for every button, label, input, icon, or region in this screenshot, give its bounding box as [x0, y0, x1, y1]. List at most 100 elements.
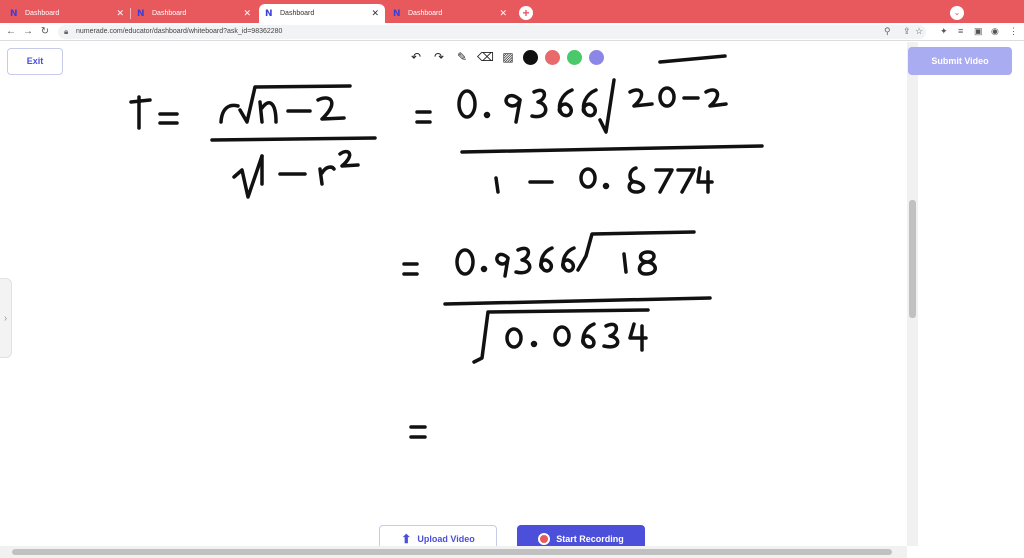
- tab-title: Dashboard: [408, 10, 443, 17]
- ink-stroke: [637, 250, 657, 276]
- record-label: Start Recording: [556, 533, 624, 544]
- ink-stroke: [602, 322, 620, 349]
- color-green-swatch[interactable]: [567, 49, 582, 65]
- ink-stroke: [530, 88, 548, 119]
- ink-stroke: [658, 86, 676, 108]
- color-purple-swatch[interactable]: [589, 49, 604, 65]
- color-red-swatch[interactable]: [545, 49, 560, 65]
- numerade-favicon-icon: N: [10, 8, 18, 19]
- numerade-favicon-icon: N: [137, 8, 145, 19]
- zoom-icon[interactable]: ⚲: [884, 26, 891, 37]
- ink-stroke: [402, 262, 419, 276]
- forward-arrow-icon[interactable]: →: [21, 25, 35, 39]
- whiteboard-canvas[interactable]: [0, 42, 907, 546]
- ink-stroke: [654, 168, 674, 194]
- ink-stroke: [581, 88, 598, 118]
- ink-stroke: [158, 112, 179, 125]
- ink-stroke: [495, 252, 510, 278]
- numerade-favicon-icon: N: [265, 8, 273, 19]
- browser-tab[interactable]: N Dashboard ✕: [387, 4, 513, 23]
- undo-icon[interactable]: ↶: [408, 49, 424, 65]
- close-tab-icon[interactable]: ✕: [371, 8, 379, 18]
- image-icon[interactable]: ▨: [500, 49, 516, 65]
- ink-stroke: [505, 327, 523, 349]
- right-panel: Submit Video: [908, 42, 1024, 546]
- ink-stroke: [530, 340, 538, 348]
- reload-icon[interactable]: ↻: [38, 25, 52, 39]
- url-field[interactable]: 🔒︎ numerade.com/educator/dashboard/white…: [58, 25, 926, 39]
- ink-stroke: [658, 54, 727, 64]
- close-tab-icon[interactable]: ✕: [243, 8, 251, 18]
- ink-stroke: [443, 296, 712, 306]
- color-black-swatch[interactable]: [523, 49, 538, 65]
- reading-list-icon[interactable]: ≡: [958, 26, 963, 36]
- lock-icon: 🔒︎: [64, 27, 69, 36]
- ink-stroke: [627, 166, 646, 194]
- ink-stroke: [455, 248, 475, 276]
- close-tab-icon[interactable]: ✕: [116, 8, 124, 18]
- tab-title: Dashboard: [152, 10, 187, 17]
- address-bar: ← → ↻ 🔒︎ numerade.com/educator/dashboard…: [0, 23, 1024, 41]
- exit-button[interactable]: Exit: [7, 48, 63, 75]
- ink-stroke: [581, 322, 596, 349]
- vertical-scrollbar[interactable]: [907, 42, 918, 546]
- back-arrow-icon[interactable]: ←: [4, 25, 18, 39]
- tab-title: Dashboard: [25, 10, 60, 17]
- profile-icon[interactable]: ◉: [991, 26, 999, 37]
- record-icon: [538, 532, 551, 545]
- ink-stroke: [676, 168, 696, 194]
- ink-stroke: [704, 88, 728, 108]
- horizontal-scrollbar[interactable]: [0, 546, 907, 558]
- ink-stroke: [129, 95, 152, 130]
- new-tab-button[interactable]: +: [519, 6, 533, 20]
- eraser-icon[interactable]: ⌫: [477, 49, 494, 65]
- side-panel-icon[interactable]: ▣: [974, 26, 983, 37]
- numerade-favicon-icon: N: [393, 8, 401, 19]
- ink-stroke: [409, 425, 427, 439]
- ink-stroke: [561, 246, 576, 273]
- extensions-puzzle-icon[interactable]: ✦: [940, 26, 948, 37]
- upload-icon: ⬆: [401, 531, 412, 546]
- ink-stroke: [472, 308, 650, 364]
- pen-icon[interactable]: ✎: [454, 49, 470, 65]
- bookmark-star-icon[interactable]: ☆: [915, 26, 923, 37]
- ink-stroke: [622, 252, 628, 274]
- ink-stroke: [415, 110, 432, 124]
- whiteboard-area[interactable]: Exit ↶ ↷ ✎ ⌫ ▨ › ⬆ Upload Video Start Re…: [0, 42, 907, 552]
- browser-tab[interactable]: N Dashboard ✕: [131, 4, 257, 23]
- ink-stroke: [219, 103, 240, 124]
- close-tab-icon[interactable]: ✕: [499, 8, 507, 18]
- ink-stroke: [598, 78, 616, 134]
- scrollbar-thumb[interactable]: [909, 200, 916, 318]
- url-text: numerade.com/educator/dashboard/whiteboa…: [76, 28, 283, 35]
- ink-stroke: [579, 167, 597, 189]
- share-icon[interactable]: ⇪: [903, 26, 911, 37]
- ink-stroke: [696, 166, 714, 194]
- ink-stroke: [480, 265, 488, 273]
- side-panel-toggle[interactable]: ›: [0, 278, 12, 358]
- ink-stroke: [494, 176, 500, 194]
- scrollbar-thumb[interactable]: [12, 549, 892, 555]
- ink-stroke: [504, 93, 522, 124]
- browser-tab-active[interactable]: N Dashboard ✕: [259, 4, 385, 23]
- ink-stroke: [628, 88, 654, 108]
- ink-stroke: [602, 182, 610, 190]
- tab-strip: N Dashboard ✕ N Dashboard ✕ N Dashboard …: [0, 0, 1024, 23]
- ink-stroke: [483, 111, 491, 119]
- ink-stroke: [557, 88, 574, 118]
- ink-stroke: [460, 144, 764, 154]
- ink-stroke: [258, 100, 278, 124]
- ink-stroke: [316, 96, 346, 121]
- browser-tab[interactable]: N Dashboard ✕: [4, 4, 131, 23]
- ink-stroke: [457, 89, 477, 119]
- tab-search-chevron-icon[interactable]: ⌄: [950, 6, 964, 20]
- ink-stroke: [553, 325, 571, 347]
- ink-stroke: [232, 154, 264, 199]
- upload-label: Upload Video: [417, 533, 475, 544]
- ink-stroke: [539, 246, 554, 273]
- menu-kebab-icon[interactable]: ⋮: [1009, 26, 1018, 37]
- ink-stroke: [318, 165, 336, 186]
- tab-title: Dashboard: [280, 10, 315, 17]
- submit-video-button[interactable]: Submit Video: [908, 47, 1012, 75]
- redo-icon[interactable]: ↷: [431, 49, 447, 65]
